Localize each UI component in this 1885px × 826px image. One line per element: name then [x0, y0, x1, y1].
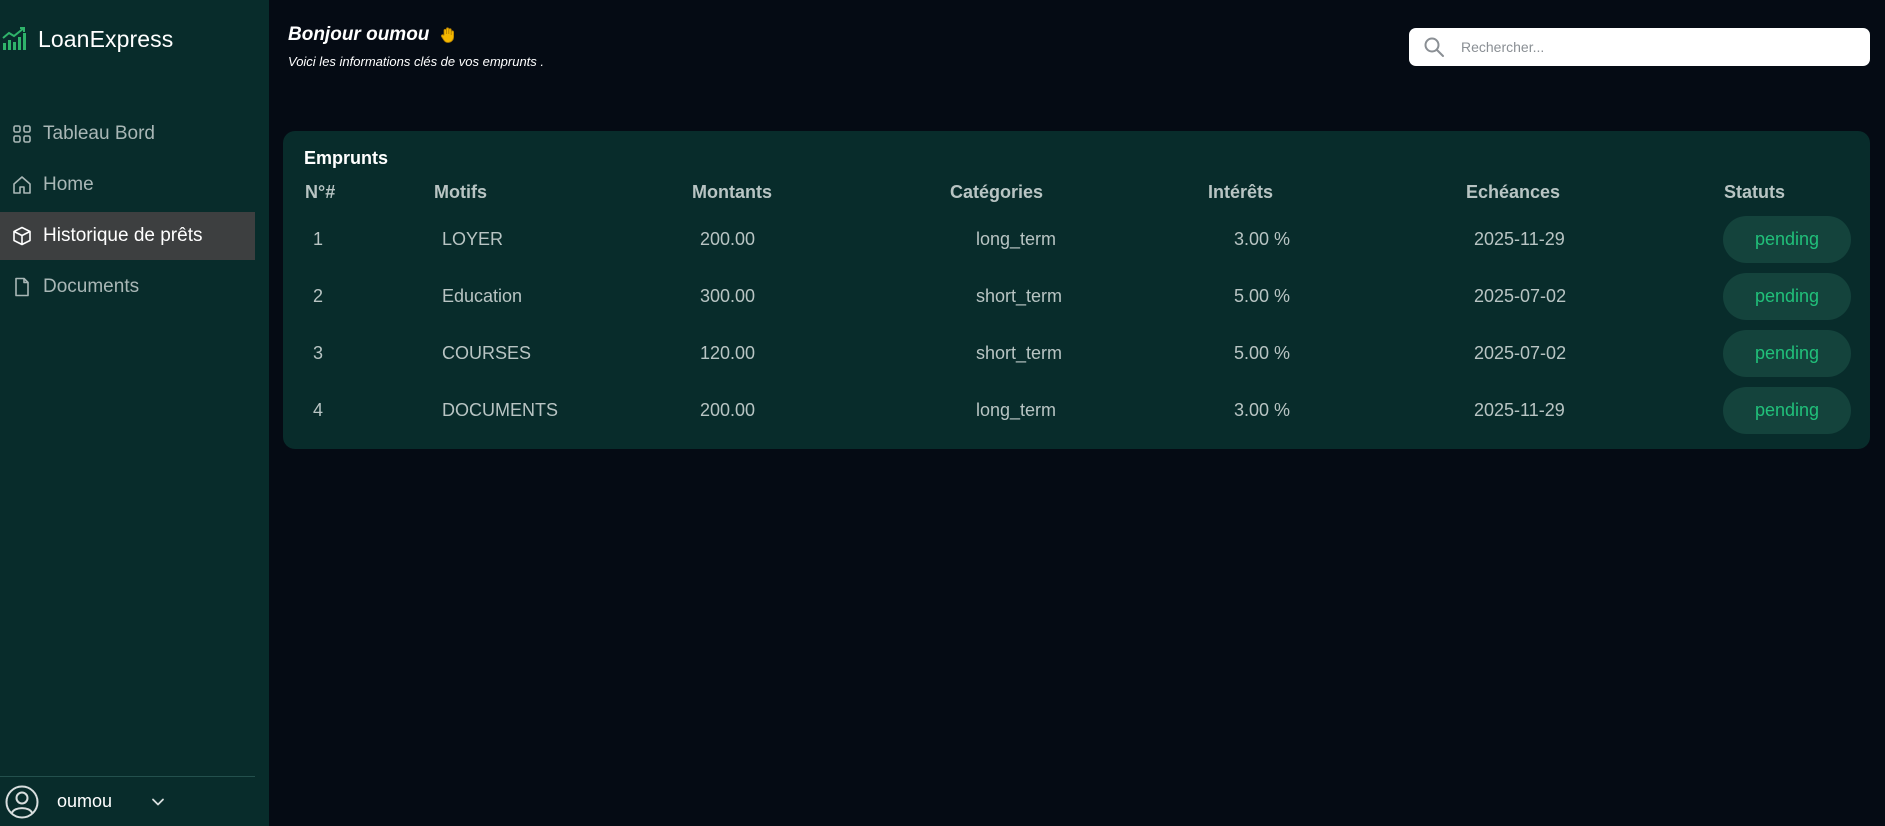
sidebar-item-label: Documents	[43, 276, 140, 297]
table-row[interactable]: 2 Education 300.00 short_term 5.00 % 202…	[304, 268, 1854, 325]
sidebar-nav: Tableau Bord Home Historique de prêts Do…	[0, 110, 269, 311]
box-icon	[13, 226, 31, 246]
cell-motif: DOCUMENTS	[442, 400, 558, 420]
sidebar-item-documents[interactable]: Documents	[0, 263, 255, 311]
status-badge: pending	[1723, 330, 1851, 377]
column-header-echeances: Echéances	[1466, 181, 1561, 202]
table-row[interactable]: 1 LOYER 200.00 long_term 3.00 % 2025-11-…	[304, 211, 1854, 268]
cell-echeance: 2025-07-02	[1474, 286, 1567, 306]
column-header-categories: Catégories	[950, 181, 1044, 202]
cell-statut: pending	[1723, 382, 1854, 439]
search-input[interactable]	[1461, 39, 1841, 55]
cell-montant: 120.00	[700, 343, 756, 363]
search-box[interactable]	[1409, 28, 1870, 66]
cell-statut: pending	[1723, 268, 1854, 325]
column-header-motifs: Motifs	[434, 181, 487, 202]
document-icon	[15, 277, 29, 297]
cell-number: 3	[313, 343, 324, 363]
column-header-montants: Montants	[692, 181, 772, 202]
sidebar-item-label: Home	[43, 174, 94, 195]
loans-table: N°# Motifs Montants Catégories Intérêts …	[304, 177, 1854, 439]
grid-icon	[13, 125, 31, 143]
cell-categorie: long_term	[976, 400, 1057, 420]
cell-number: 4	[313, 400, 324, 420]
cell-echeance: 2025-07-02	[1474, 343, 1567, 363]
cell-motif: Education	[442, 286, 523, 306]
cell-interet: 3.00 %	[1234, 229, 1291, 249]
cell-montant: 200.00	[700, 229, 756, 249]
column-header-number: N°#	[305, 181, 336, 202]
cell-echeance: 2025-11-29	[1474, 400, 1565, 420]
greeting-subtitle: Voici les informations clés de vos empru…	[288, 54, 545, 69]
cell-number: 2	[313, 286, 324, 306]
cell-categorie: long_term	[976, 229, 1057, 249]
table-row[interactable]: 4 DOCUMENTS 200.00 long_term 3.00 % 2025…	[304, 382, 1854, 439]
cell-motif: COURSES	[442, 343, 532, 363]
table-header-row: N°# Motifs Montants Catégories Intérêts …	[304, 177, 1854, 211]
app-name: LoanExpress	[38, 25, 174, 52]
greeting-block: Bonjour oumou Voici les informations clé…	[288, 24, 544, 69]
cell-categorie: short_term	[976, 286, 1063, 306]
user-avatar-icon	[5, 785, 39, 818]
cell-montant: 300.00	[700, 286, 756, 306]
column-header-statuts: Statuts	[1724, 181, 1786, 202]
loans-card: Emprunts N°# Motifs Montants Catégories …	[283, 131, 1870, 449]
cell-interet: 5.00 %	[1234, 343, 1291, 363]
status-badge: pending	[1723, 216, 1851, 263]
sidebar: LoanExpress Tableau Bord Home Historique…	[0, 0, 269, 826]
cell-number: 1	[313, 229, 324, 249]
status-badge: pending	[1723, 387, 1851, 434]
cell-echeance: 2025-11-29	[1474, 229, 1565, 249]
table-row[interactable]: 3 COURSES 120.00 short_term 5.00 % 2025-…	[304, 325, 1854, 382]
cell-categorie: short_term	[976, 343, 1063, 363]
user-menu[interactable]: oumou	[0, 776, 255, 826]
cell-interet: 5.00 %	[1234, 286, 1291, 306]
sidebar-item-label: Historique de prêts	[43, 225, 203, 246]
loans-title: Emprunts	[304, 148, 389, 168]
chevron-down-icon[interactable]	[149, 793, 167, 811]
trending-chart-icon	[2, 27, 26, 50]
cell-interet: 3.00 %	[1234, 400, 1291, 420]
sidebar-item-tableau-bord[interactable]: Tableau Bord	[0, 110, 255, 158]
cell-statut: pending	[1723, 325, 1854, 382]
home-icon	[13, 176, 31, 194]
cell-montant: 200.00	[700, 400, 756, 420]
cell-statut: pending	[1723, 211, 1854, 268]
app-root: LoanExpress Tableau Bord Home Historique…	[0, 0, 1885, 826]
brand[interactable]: LoanExpress	[0, 0, 269, 78]
search-icon	[1424, 37, 1444, 57]
sidebar-item-historique-de-prets[interactable]: Historique de prêts	[0, 212, 255, 260]
status-badge: pending	[1723, 273, 1851, 320]
greeting-text: Bonjour oumou	[288, 24, 430, 45]
waving-hand-icon	[441, 27, 455, 43]
sidebar-item-home[interactable]: Home	[0, 161, 255, 209]
greeting-title: Bonjour oumou	[288, 24, 544, 46]
main-content: Bonjour oumou Voici les informations clé…	[269, 0, 1885, 826]
column-header-interets: Intérêts	[1208, 181, 1274, 202]
sidebar-item-label: Tableau Bord	[43, 123, 155, 144]
user-name: oumou	[57, 791, 113, 811]
cell-motif: LOYER	[442, 229, 504, 249]
